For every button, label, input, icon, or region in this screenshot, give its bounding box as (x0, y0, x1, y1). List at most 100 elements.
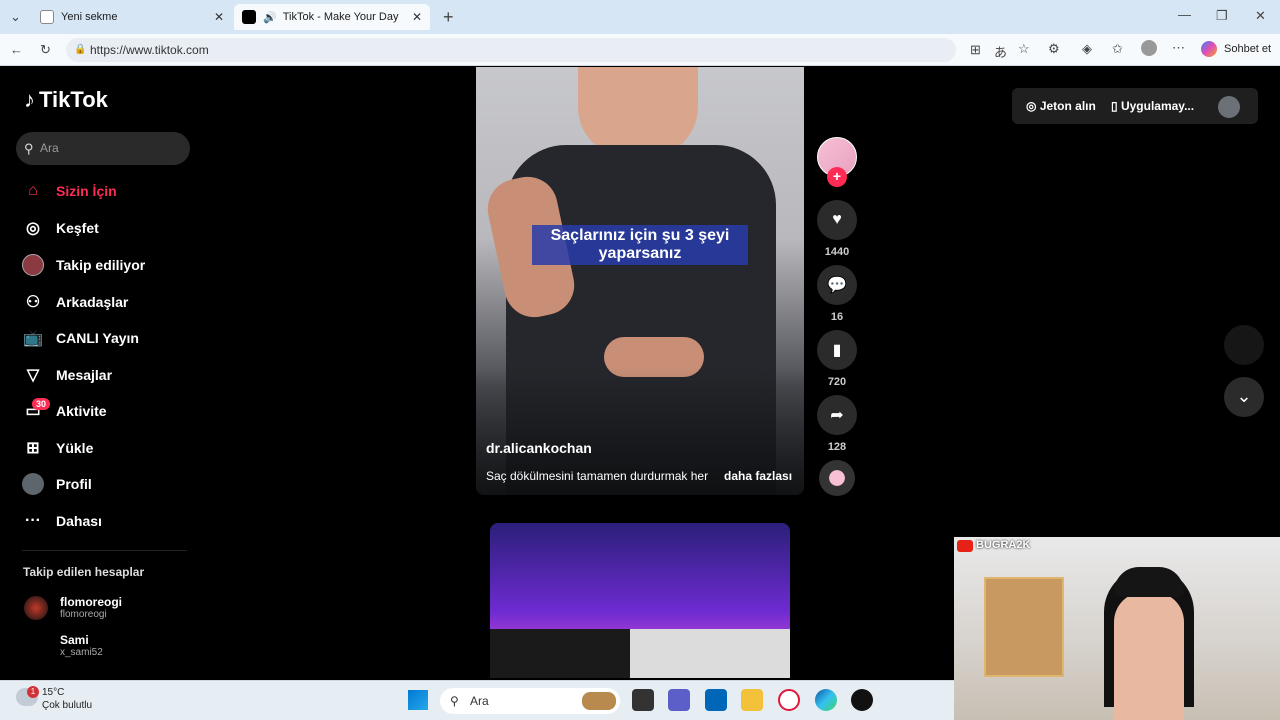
translate-icon[interactable]: あ (994, 42, 1007, 61)
like-action[interactable]: ♥ 1440 (817, 200, 857, 258)
nav-explore[interactable]: ◎ Keşfet (22, 217, 99, 239)
user-avatar[interactable] (1218, 96, 1240, 118)
webcam-overlay (954, 537, 1280, 720)
coins-label: Jeton alın (1039, 99, 1096, 113)
extensions-icon[interactable]: ⚙ (1048, 41, 1060, 57)
minimize-icon[interactable]: — (1178, 7, 1191, 22)
task-view-icon[interactable] (632, 689, 654, 711)
heart-icon[interactable]: ♥ (817, 200, 857, 240)
nav-more[interactable]: ··· Dahası (22, 510, 102, 532)
file-explorer-icon[interactable] (741, 689, 763, 711)
nav-live[interactable]: 📺 CANLI Yayın (22, 327, 139, 349)
following-accounts-header: Takip edilen hesaplar (23, 565, 145, 579)
taskbar-search[interactable]: ⚲ Ara (440, 688, 620, 714)
taskbar-search-label: Ara (470, 694, 489, 708)
weather-description[interactable]: Çok bulutlu (42, 700, 92, 711)
tab-list-icon[interactable]: ⌄ (10, 9, 21, 25)
search-input[interactable]: ⚲ Ara (16, 132, 190, 165)
music-disc-icon[interactable] (819, 460, 855, 496)
nav-messages[interactable]: ▽ Mesajlar (22, 364, 112, 386)
tiktok-note-icon: ♪ (24, 87, 35, 112)
streamer-face (1114, 592, 1184, 720)
notification-badge: 30 (32, 398, 51, 410)
browser-tab-bar: ⌄ Yeni sekme ✕ 🔊 TikTok - Make Your Day … (0, 0, 1280, 34)
following-account[interactable]: Sami x_sami52 (24, 633, 103, 658)
new-tab-button[interactable]: + (443, 7, 454, 28)
thumbnail-right (630, 629, 790, 678)
get-app-button[interactable]: ▯ Uygulamay... (1111, 99, 1194, 113)
search-highlight-icon (582, 692, 616, 710)
avatar-icon (22, 254, 44, 276)
nav-label: Mesajlar (56, 367, 113, 383)
comment-action[interactable]: 💬 16 (817, 265, 857, 323)
follow-plus-icon[interactable]: + (827, 167, 847, 187)
account-username: flomoreogi (60, 609, 107, 620)
maximize-icon[interactable]: ❐ (1216, 8, 1228, 24)
shelf (984, 577, 1064, 677)
tiktok-logo[interactable]: ♪ TikTok (24, 87, 108, 113)
scroll-down-button[interactable]: ⌄ (1224, 377, 1264, 417)
reload-icon[interactable]: ↻ (40, 42, 51, 58)
avatar (24, 595, 48, 620)
opera-icon[interactable] (778, 689, 800, 711)
nav-following[interactable]: Takip ediliyor (22, 254, 145, 276)
nav-label: Sizin İçin (56, 183, 117, 199)
tiktok-favicon-icon (242, 10, 256, 24)
shield-icon[interactable]: ◈ (1082, 41, 1092, 57)
store-icon[interactable] (705, 689, 727, 711)
tab-new-tab[interactable]: Yeni sekme ✕ (32, 4, 232, 30)
next-video-preview[interactable] (490, 523, 790, 678)
app-icon[interactable] (851, 689, 873, 711)
like-count: 1440 (824, 246, 850, 258)
channel-name: BUGRA2K (976, 539, 1031, 551)
teams-icon[interactable] (668, 689, 690, 711)
nav-profile[interactable]: Profil (22, 473, 92, 495)
share-action[interactable]: ➦ 128 (817, 395, 857, 453)
tab-label: TikTok - Make Your Day (282, 11, 399, 23)
nav-label: Keşfet (56, 220, 99, 236)
scroll-up-button[interactable] (1224, 325, 1264, 365)
following-account[interactable]: flomoreogi flomoreogi (24, 595, 122, 620)
back-icon[interactable]: ← (10, 42, 23, 57)
account-name: flomoreogi (60, 595, 122, 609)
video-description: Saç dökülmesini tamamen durdurmak her (486, 469, 709, 483)
window-close-icon[interactable]: ✕ (1255, 8, 1266, 24)
person-head (578, 67, 698, 157)
thumbnail-left (490, 629, 630, 678)
copilot-icon (1201, 41, 1217, 57)
apps-icon[interactable]: ⊞ (970, 42, 981, 58)
more-menu-icon[interactable]: ⋯ (1172, 40, 1185, 56)
search-placeholder: Ara (40, 141, 59, 155)
phone-icon: ▯ (1111, 99, 1118, 113)
nav-upload[interactable]: ⊞ Yükle (22, 437, 93, 459)
bookmark-icon[interactable]: ▮ (817, 330, 857, 370)
edge-icon[interactable] (815, 689, 837, 711)
nav-label: Aktivite (56, 403, 107, 419)
save-action[interactable]: ▮ 720 (817, 330, 857, 388)
url-text: https://www.tiktok.com (90, 43, 209, 57)
more-link[interactable]: daha fazlası (724, 469, 792, 483)
nav-label: Takip ediliyor (56, 257, 146, 273)
collections-icon[interactable]: ✩ (1112, 41, 1123, 57)
profile-avatar-icon[interactable] (1141, 40, 1157, 56)
tab-tiktok[interactable]: 🔊 TikTok - Make Your Day ✕ (234, 4, 430, 30)
speaker-icon[interactable]: 🔊 (263, 11, 277, 24)
nav-for-you[interactable]: ⌂ Sizin İçin (22, 180, 117, 202)
close-icon[interactable]: ✕ (412, 10, 422, 24)
youtube-icon (957, 540, 973, 552)
close-icon[interactable]: ✕ (214, 10, 224, 24)
share-icon[interactable]: ➦ (817, 395, 857, 435)
chat-button[interactable]: Sohbet et (1224, 43, 1271, 55)
video-caption: Saçlarınız için şu 3 şeyi yaparsanız (532, 225, 748, 265)
nav-friends[interactable]: ⚇ Arkadaşlar (22, 291, 129, 313)
search-icon: ⚲ (450, 694, 459, 708)
video-username[interactable]: dr.alicankochan (486, 440, 592, 456)
video-player[interactable] (476, 67, 804, 495)
url-field[interactable]: 🔒 https://www.tiktok.com (66, 38, 956, 62)
get-coins-button[interactable]: ◎ Jeton alın (1026, 99, 1096, 113)
favorite-star-icon[interactable]: ☆ (1018, 41, 1030, 57)
app-label: Uygulamay... (1120, 99, 1195, 113)
weather-temperature[interactable]: 15°C (42, 687, 64, 698)
start-icon[interactable] (408, 690, 428, 710)
comment-icon[interactable]: 💬 (817, 265, 857, 305)
